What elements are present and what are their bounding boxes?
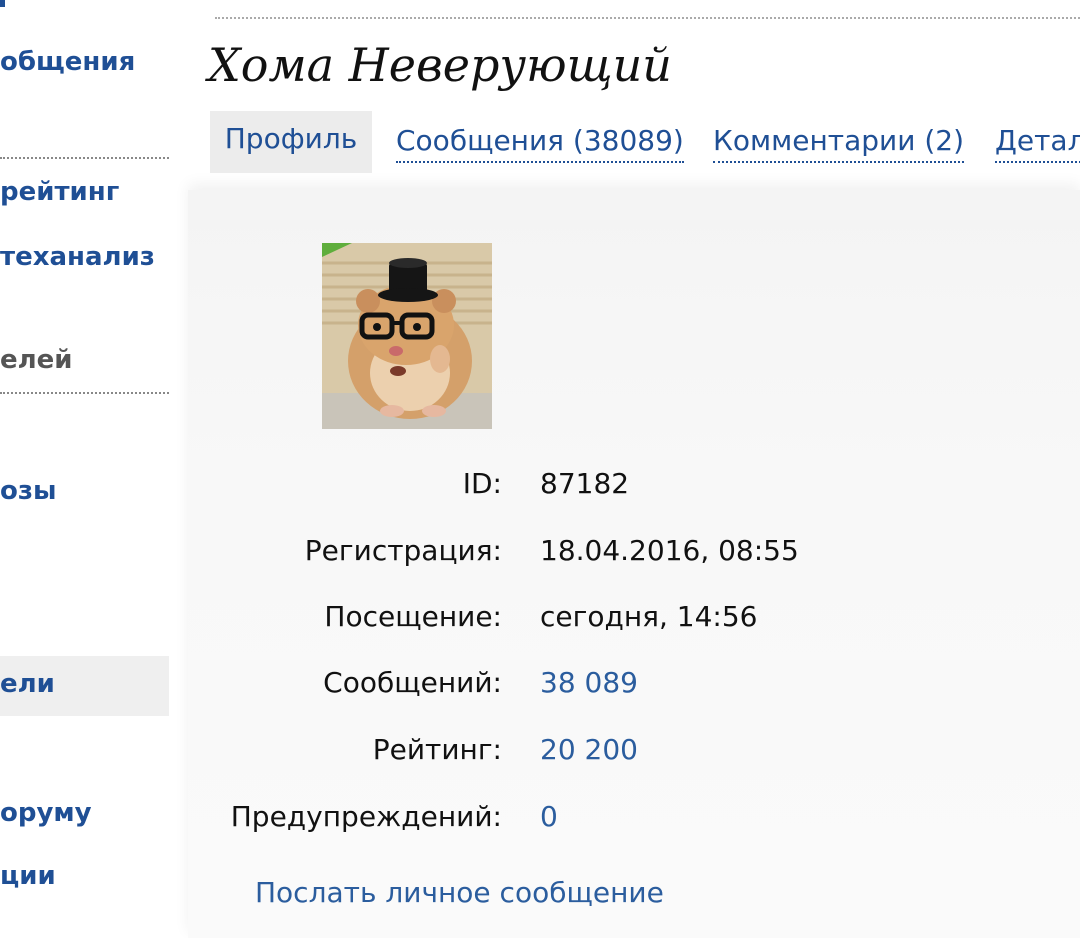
field-label-last-visit: Посещение:	[324, 600, 502, 633]
field-value-registration: 18.04.2016, 08:55	[540, 534, 799, 567]
sidebar-item-forum[interactable]: оруму	[0, 798, 92, 828]
field-label-messages: Сообщений:	[323, 666, 502, 699]
field-label-id: ID:	[462, 467, 502, 500]
sidebar-item-users[interactable]: ели	[0, 669, 55, 699]
sidebar: общения рейтинг теханализ елей озы ели о…	[0, 0, 170, 938]
sidebar-section-users: елей	[0, 345, 73, 375]
sidebar-divider	[0, 157, 169, 159]
sidebar-item-actions[interactable]: ции	[0, 861, 56, 891]
avatar	[322, 243, 492, 429]
send-private-message-link[interactable]: Послать личное сообщение	[255, 876, 664, 909]
tab-messages[interactable]: Сообщения (38089)	[396, 111, 684, 173]
field-label-warnings: Предупреждений:	[230, 800, 502, 833]
sidebar-item-rating[interactable]: рейтинг	[0, 177, 119, 207]
field-value-rating-link[interactable]: 20 200	[540, 733, 638, 766]
sidebar-divider	[0, 392, 169, 394]
field-label-rating: Рейтинг:	[372, 733, 502, 766]
sidebar-item-techanalysis[interactable]: теханализ	[0, 242, 155, 272]
field-value-last-visit: сегодня, 14:56	[540, 600, 758, 633]
tab-profile[interactable]: Профиль	[210, 111, 372, 173]
tab-messages-label: Сообщения (38089)	[396, 121, 684, 163]
field-value-id: 87182	[540, 467, 630, 500]
field-value-messages-link[interactable]: 38 089	[540, 666, 638, 699]
tab-profile-label: Профиль	[224, 122, 358, 155]
sidebar-edge-mark	[0, 0, 5, 7]
sidebar-item-messages[interactable]: общения	[0, 47, 135, 77]
page-title: Хома Неверующий	[208, 38, 672, 92]
field-value-warnings-link[interactable]: 0	[540, 800, 558, 833]
tab-details-label: Детал	[995, 121, 1080, 163]
tab-comments-label: Комментарии (2)	[713, 121, 964, 163]
sidebar-item-forecasts[interactable]: озы	[0, 476, 56, 506]
field-label-registration: Регистрация:	[304, 534, 502, 567]
tab-comments[interactable]: Комментарии (2)	[713, 111, 964, 173]
tab-details[interactable]: Детал	[995, 111, 1080, 173]
header-divider	[215, 17, 1080, 19]
hamster-avatar-image	[322, 243, 492, 429]
